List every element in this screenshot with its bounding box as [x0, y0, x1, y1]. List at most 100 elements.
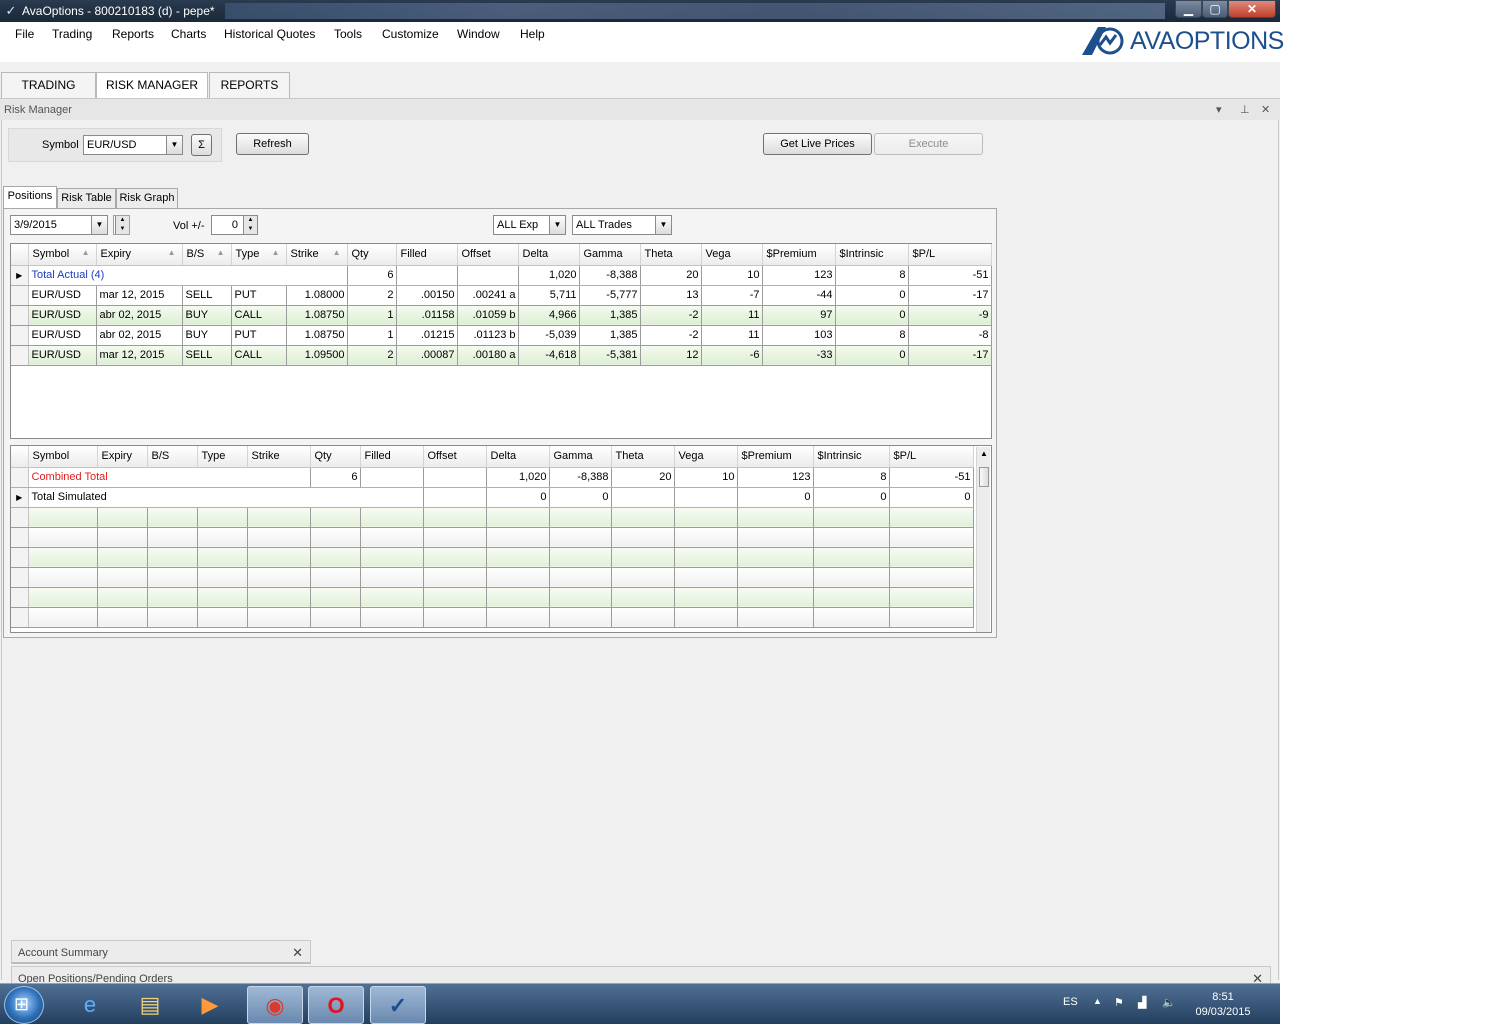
col-header-theta[interactable]: Theta — [611, 446, 675, 468]
empty-cell[interactable] — [486, 547, 550, 568]
empty-cell[interactable] — [247, 527, 311, 548]
col-header-filled[interactable]: Filled — [396, 244, 458, 266]
empty-cell[interactable] — [423, 527, 487, 548]
empty-cell[interactable] — [423, 567, 487, 588]
empty-cell[interactable] — [310, 607, 361, 628]
network-icon[interactable]: ▟ — [1138, 996, 1146, 1009]
empty-cell[interactable] — [310, 527, 361, 548]
empty-cell[interactable] — [889, 507, 974, 528]
empty-cell[interactable] — [197, 547, 248, 568]
empty-cell[interactable] — [197, 567, 248, 588]
empty-cell[interactable] — [360, 507, 424, 528]
col-header-gamma[interactable]: Gamma — [579, 244, 641, 266]
col-header-theta[interactable]: Theta — [640, 244, 702, 266]
empty-cell[interactable] — [197, 507, 248, 528]
col-header-delta[interactable]: Delta — [486, 446, 550, 468]
empty-cell[interactable] — [674, 547, 738, 568]
empty-cell[interactable] — [813, 547, 890, 568]
scroll-up-icon[interactable]: ▲ — [977, 449, 991, 458]
empty-cell[interactable] — [611, 527, 675, 548]
panel-dropdown-icon[interactable]: ▾ — [1216, 103, 1222, 116]
empty-cell[interactable] — [674, 567, 738, 588]
panel-close-icon[interactable]: ✕ — [1261, 103, 1270, 116]
empty-cell[interactable] — [549, 507, 612, 528]
empty-cell[interactable] — [310, 567, 361, 588]
menu-reports[interactable]: Reports — [112, 27, 154, 41]
col-header-gamma[interactable]: Gamma — [549, 446, 612, 468]
empty-cell[interactable] — [97, 527, 148, 548]
col-header-offset[interactable]: Offset — [457, 244, 519, 266]
col-header-offset[interactable]: Offset — [423, 446, 487, 468]
trades-filter-select[interactable]: ALL Trades ▼ — [572, 215, 672, 235]
empty-cell[interactable] — [97, 567, 148, 588]
sigma-button[interactable]: Σ — [191, 134, 212, 156]
menu-tools[interactable]: Tools — [334, 27, 362, 41]
empty-cell[interactable] — [360, 527, 424, 548]
menu-customize[interactable]: Customize — [382, 27, 439, 41]
empty-cell[interactable] — [611, 607, 675, 628]
chevron-down-icon[interactable]: ▼ — [549, 216, 565, 234]
spin-up-icon[interactable]: ▲ — [243, 216, 257, 225]
empty-row[interactable] — [11, 527, 974, 548]
col-header-pl[interactable]: $P/L — [889, 446, 974, 468]
empty-row[interactable] — [11, 587, 974, 608]
empty-cell[interactable] — [360, 547, 424, 568]
empty-cell[interactable] — [737, 607, 814, 628]
menu-help[interactable]: Help — [520, 27, 545, 41]
date-spinner[interactable]: ▲ ▼ — [113, 215, 130, 235]
start-button[interactable]: ⊞ — [4, 986, 44, 1024]
tab-risk-table[interactable]: Risk Table — [57, 188, 116, 208]
col-header-type[interactable]: Type ▲ — [231, 244, 287, 266]
row-expander-icon[interactable]: ▶ — [11, 265, 29, 286]
col-header-delta[interactable]: Delta — [518, 244, 580, 266]
empty-cell[interactable] — [247, 567, 311, 588]
empty-cell[interactable] — [889, 587, 974, 608]
col-header-symbol[interactable]: Symbol ▲ — [28, 244, 97, 266]
chrome-icon[interactable]: ◉ — [247, 986, 303, 1024]
empty-cell[interactable] — [611, 507, 675, 528]
col-header-intrinsic[interactable]: $Intrinsic — [835, 244, 909, 266]
empty-cell[interactable] — [889, 567, 974, 588]
col-header-filled[interactable]: Filled — [360, 446, 424, 468]
col-header-premium[interactable]: $Premium — [762, 244, 836, 266]
menu-charts[interactable]: Charts — [171, 27, 206, 41]
empty-cell[interactable] — [360, 587, 424, 608]
tab-positions[interactable]: Positions — [3, 186, 57, 209]
col-header-bs[interactable]: B/S — [147, 446, 198, 468]
col-header-qty[interactable]: Qty — [347, 244, 397, 266]
close-button[interactable]: ✕ — [1228, 0, 1276, 18]
empty-cell[interactable] — [889, 547, 974, 568]
empty-cell[interactable] — [486, 587, 550, 608]
tab-reports[interactable]: REPORTS — [209, 72, 290, 98]
empty-cell[interactable] — [674, 607, 738, 628]
tab-trading[interactable]: TRADING — [1, 72, 96, 98]
empty-row[interactable] — [11, 547, 974, 568]
empty-cell[interactable] — [813, 587, 890, 608]
table-row[interactable]: EUR/USD mar 12, 2015 SELL CALL 1.09500 2… — [11, 345, 992, 366]
empty-cell[interactable] — [247, 587, 311, 608]
col-header-vega[interactable]: Vega — [674, 446, 738, 468]
empty-cell[interactable] — [889, 607, 974, 628]
table-row[interactable]: EUR/USD abr 02, 2015 BUY PUT 1.08750 1 .… — [11, 325, 992, 346]
empty-cell[interactable] — [549, 527, 612, 548]
col-header-expiry[interactable]: Expiry — [97, 446, 148, 468]
empty-cell[interactable] — [813, 527, 890, 548]
chevron-down-icon[interactable]: ▼ — [166, 136, 182, 154]
menu-window[interactable]: Window — [457, 27, 500, 41]
refresh-button[interactable]: Refresh — [236, 133, 309, 155]
empty-cell[interactable] — [423, 587, 487, 608]
action-center-flag-icon[interactable]: ⚑ — [1114, 996, 1124, 1009]
empty-cell[interactable] — [28, 527, 98, 548]
empty-cell[interactable] — [360, 607, 424, 628]
col-header-qty[interactable]: Qty — [310, 446, 361, 468]
col-header-premium[interactable]: $Premium — [737, 446, 814, 468]
combined-total-row[interactable]: Combined Total 6 1,020 -8,388 20 10 123 … — [11, 467, 974, 488]
empty-cell[interactable] — [310, 547, 361, 568]
minimize-button[interactable]: ▁ — [1175, 0, 1202, 18]
language-indicator[interactable]: ES — [1063, 996, 1078, 1008]
media-player-icon[interactable]: ▶ — [182, 986, 238, 1024]
empty-cell[interactable] — [197, 587, 248, 608]
empty-cell[interactable] — [147, 527, 198, 548]
empty-cell[interactable] — [423, 607, 487, 628]
empty-cell[interactable] — [549, 587, 612, 608]
